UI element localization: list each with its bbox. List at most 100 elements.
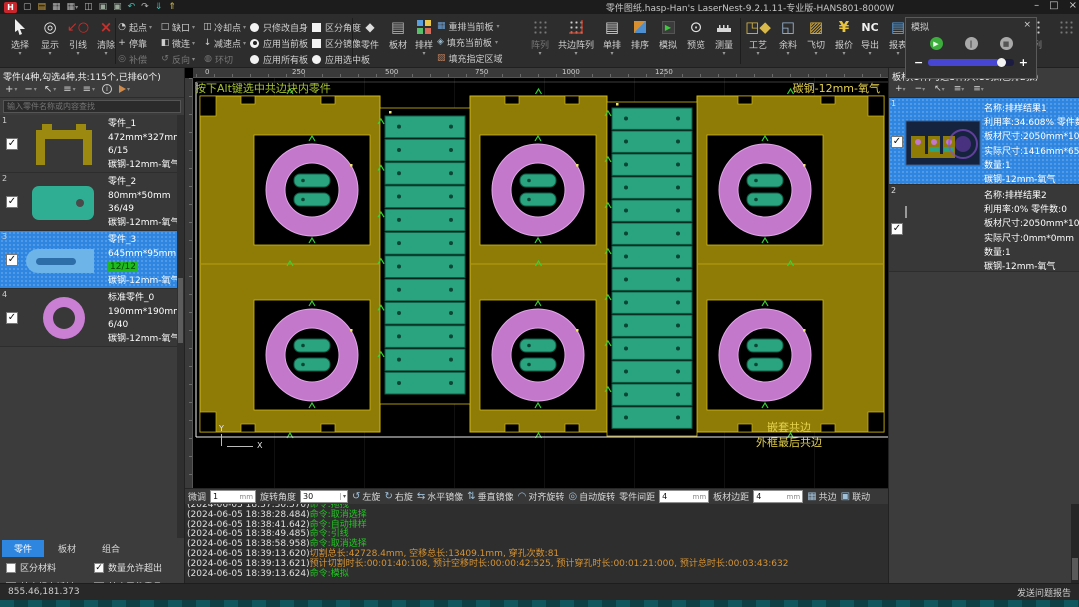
- minimize-button[interactable]: –: [1034, 0, 1039, 11]
- start-point-button[interactable]: ◔起点▾: [117, 19, 160, 35]
- nest-result-item-2[interactable]: 2 ✓ 名称:排样结果2 利用率:0% 零件数:0 板材尺寸:2050mm*10…: [889, 185, 1079, 272]
- part-list-item-3[interactable]: 3 ✓ 零件_3 645mm*95mm 12/12 碳钢-12mm-氧气: [0, 231, 178, 289]
- part-4-checkbox[interactable]: ✓: [6, 312, 18, 324]
- save-as-icon[interactable]: ▦▾: [67, 2, 79, 13]
- stop-button[interactable]: ■: [1000, 37, 1013, 50]
- slowdown-point-button[interactable]: ↓减速点▾: [203, 35, 246, 51]
- compensation-button[interactable]: ◎补偿: [117, 51, 160, 67]
- check-distinguish-angle[interactable]: [312, 23, 321, 32]
- select-sheet-button[interactable]: ↖▾: [934, 84, 945, 94]
- speed-plus-button[interactable]: +: [1019, 56, 1028, 69]
- nudge-field[interactable]: mm: [210, 490, 256, 503]
- part-button[interactable]: ◆ 零件: [356, 16, 384, 51]
- part-2-checkbox[interactable]: ✓: [6, 196, 18, 208]
- nest-result-item-1[interactable]: 1 ✓ 名称:排样结果1 利用率:34.608% 零件数:60 板材尺寸:205…: [889, 98, 1079, 185]
- dock-button[interactable]: +停靠: [117, 35, 160, 51]
- close-button[interactable]: ×: [1069, 0, 1077, 11]
- sheet-list-alt-button[interactable]: ≡▾: [973, 84, 984, 94]
- ring-cut-button[interactable]: ◍环切: [203, 51, 246, 67]
- fill-region-button[interactable]: ▨填充指定区域: [437, 50, 525, 66]
- part-gap-input[interactable]: [660, 491, 708, 502]
- notch-button[interactable]: □缺口▾: [160, 19, 203, 35]
- radio-self-only[interactable]: [250, 23, 259, 32]
- export-icon[interactable]: ⇑: [168, 2, 176, 12]
- maximize-button[interactable]: □: [1049, 0, 1058, 11]
- link-button[interactable]: ▣联动: [841, 490, 870, 503]
- speed-slider[interactable]: [928, 59, 1014, 66]
- part-list-scrollbar[interactable]: [177, 115, 184, 538]
- tab-combine[interactable]: 组合: [90, 540, 132, 557]
- remove-part-button[interactable]: −▾: [24, 84, 36, 95]
- list-alt-view-button[interactable]: ≡▾: [83, 84, 95, 95]
- part-1-checkbox[interactable]: ✓: [6, 138, 18, 150]
- remnant-button[interactable]: ◱ 余料▾: [774, 16, 802, 57]
- nest-button[interactable]: 排样▾: [410, 16, 438, 57]
- new-file-icon[interactable]: ▢: [23, 2, 32, 12]
- save-icon[interactable]: ▦: [52, 2, 61, 12]
- mirror-horizontal-button[interactable]: ⇆水平镜像: [417, 490, 463, 503]
- quote-button[interactable]: ¥ 报价▾: [830, 16, 858, 57]
- simulate-panel-close-icon[interactable]: ×: [1023, 20, 1031, 33]
- single-row-button[interactable]: ▤ 单排▾: [598, 16, 626, 57]
- part-list-item-4[interactable]: 4 ✓ 标准零件_0 190mm*190mm 6/40 碳钢-12mm-氧气: [0, 289, 178, 347]
- part-search-input[interactable]: [4, 101, 180, 112]
- add-sheet-button[interactable]: +▾: [895, 84, 906, 94]
- image-icon[interactable]: ▣: [99, 2, 108, 12]
- result-2-checkbox[interactable]: ✓: [891, 223, 903, 235]
- select-button[interactable]: 选择▾: [6, 16, 34, 57]
- reverse-button[interactable]: ↺反向▾: [160, 51, 203, 67]
- angle-combo[interactable]: ▾: [300, 490, 348, 503]
- radio-apply-selected[interactable]: [312, 55, 321, 64]
- process-button[interactable]: ◳◆ 工艺▾: [744, 16, 772, 57]
- edge-gap-input[interactable]: [754, 491, 802, 502]
- part-search[interactable]: [3, 100, 181, 113]
- result-1-checkbox[interactable]: ✓: [891, 136, 903, 148]
- microjoint-button[interactable]: ◧微连▾: [160, 35, 203, 51]
- play-button[interactable]: ▶: [930, 37, 943, 50]
- flycut-button[interactable]: ▨ 飞切▾: [802, 16, 830, 57]
- speed-minus-button[interactable]: −: [914, 56, 923, 69]
- edge-gap-field[interactable]: mm: [753, 490, 803, 503]
- auto-rotate-button[interactable]: ◎自动旋转: [568, 490, 615, 503]
- slider-thumb[interactable]: [997, 58, 1006, 67]
- list-view-button[interactable]: ≡▾: [63, 84, 75, 95]
- rotate-left-button[interactable]: ↺左旋: [352, 490, 380, 503]
- radio-apply-all[interactable]: [250, 55, 259, 64]
- undo-icon[interactable]: ↶: [128, 2, 136, 12]
- export-nc-button[interactable]: NC 导出▾: [856, 16, 884, 57]
- remove-sheet-button[interactable]: −▾: [915, 84, 926, 94]
- clipped-ribbon-button[interactable]: [1054, 16, 1078, 38]
- part-list-item-2[interactable]: 2 ✓ 零件_2 80mm*50mm 36/49 碳钢-12mm-氧气: [0, 173, 178, 231]
- renest-current-button[interactable]: ▦重排当前板▾: [437, 18, 525, 34]
- leadline-button[interactable]: ↙○ 引线▾: [64, 16, 92, 57]
- simulate-button[interactable]: ▶ 模拟: [654, 16, 682, 51]
- part-3-checkbox[interactable]: ✓: [6, 254, 18, 266]
- preview-button[interactable]: ⊙ 预览: [682, 16, 710, 51]
- nudge-input[interactable]: [211, 491, 255, 502]
- rotate-right-button[interactable]: ↻右旋: [384, 490, 412, 503]
- common-edge-button[interactable]: ▦共边: [807, 490, 836, 503]
- fill-current-button[interactable]: ◈填充当前板▾: [437, 34, 525, 50]
- option-distinguish-material[interactable]: 区分材料: [6, 561, 94, 574]
- check-distinguish-mirror[interactable]: [312, 39, 321, 48]
- common-edge-array-button[interactable]: 共边阵列▾: [556, 16, 596, 57]
- redo-icon[interactable]: ↷: [141, 2, 149, 12]
- open-folder-icon[interactable]: ▤: [38, 2, 47, 12]
- capture-icon[interactable]: ▣: [113, 2, 122, 12]
- tab-sheets[interactable]: 板材: [46, 540, 88, 557]
- align-rotate-button[interactable]: ◠对齐旋转: [518, 490, 565, 503]
- print-icon[interactable]: ◫: [84, 2, 93, 12]
- pause-button[interactable]: ‖: [965, 37, 978, 50]
- sheet-list-view-button[interactable]: ≡▾: [954, 84, 965, 94]
- radio-apply-current[interactable]: [250, 39, 259, 48]
- info-button[interactable]: i: [102, 84, 112, 94]
- tab-parts[interactable]: 零件: [2, 540, 44, 557]
- import-icon[interactable]: ⇓: [155, 2, 163, 12]
- nest-canvas[interactable]: 0 250 500 750 1000 1250 按下Alt键选中共边块内零件 碳…: [185, 68, 888, 488]
- part-list-item-1[interactable]: 1 ✓ 零件_1 472mm*327mm 6/15 碳钢-12mm-氧气: [0, 115, 178, 173]
- add-part-button[interactable]: +▾: [5, 84, 17, 95]
- log-area[interactable]: (2024-06-05 18:37:30.570)命令:拖拽 (2024-06-…: [185, 504, 888, 583]
- display-button[interactable]: ◎ 显示▾: [36, 16, 64, 57]
- part-gap-field[interactable]: mm: [659, 490, 709, 503]
- mirror-vertical-button[interactable]: ⇅垂直镜像: [467, 490, 513, 503]
